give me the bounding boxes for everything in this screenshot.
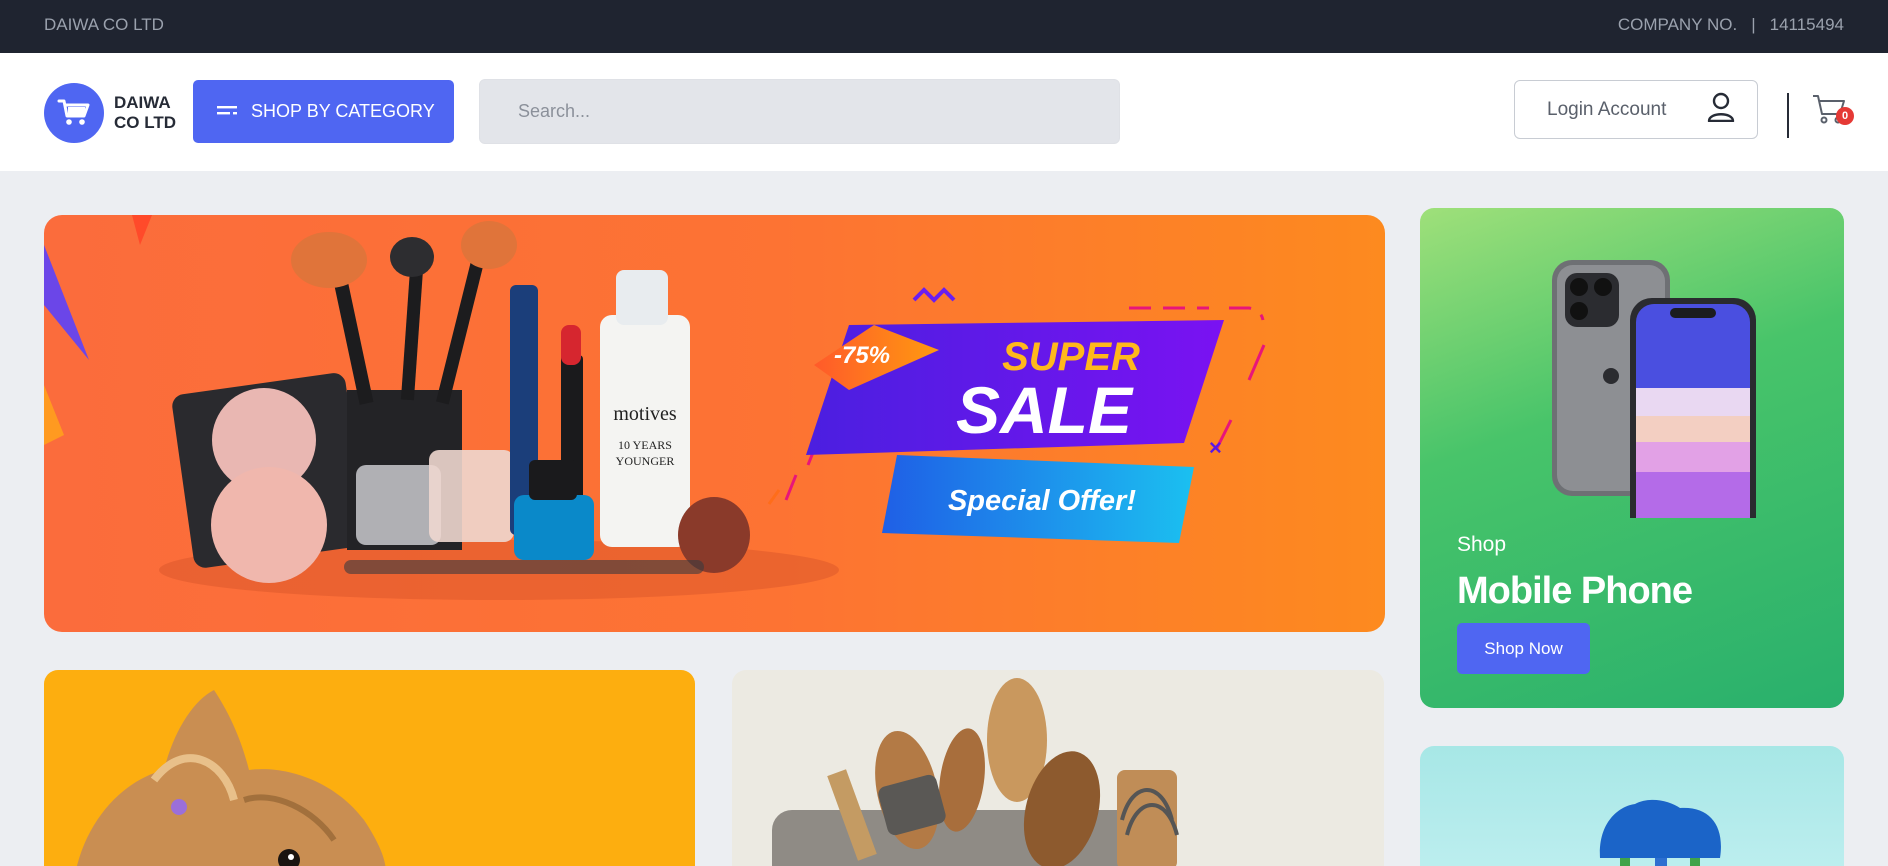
mobile-phone-promo: Shop Mobile Phone Shop Now (1420, 208, 1844, 708)
svg-text:Special Offer!: Special Offer! (948, 485, 1136, 517)
company-number-block: COMPANY NO. | 14115494 (1618, 15, 1844, 35)
logo[interactable]: DAIWA CO LTD (44, 83, 184, 143)
svg-text:SALE: SALE (956, 373, 1134, 447)
top-bar: DAIWA CO LTD COMPANY NO. | 14115494 (0, 0, 1888, 53)
promo-title: Mobile Phone (1457, 570, 1693, 612)
svg-text:motives: motives (613, 403, 677, 425)
playground-category-tile[interactable] (1420, 746, 1844, 866)
shop-now-button[interactable]: Shop Now (1457, 623, 1590, 674)
site-header: DAIWA CO LTD SHOP BY CATEGORY Login Acco… (0, 53, 1888, 171)
logo-text: DAIWA CO LTD (114, 93, 177, 132)
user-icon (1707, 92, 1735, 128)
login-account-button[interactable]: Login Account (1514, 80, 1758, 139)
phones-illustration (1552, 260, 1756, 554)
menu-lines-icon (217, 101, 237, 122)
svg-text:-75%: -75% (834, 342, 890, 369)
cart-button[interactable]: 0 (1812, 93, 1854, 133)
svg-text:YOUNGER: YOUNGER (616, 454, 675, 468)
company-no-value: 14115494 (1769, 15, 1844, 34)
promo-kicker: Shop (1457, 533, 1507, 556)
pet-category-tile[interactable] (44, 670, 695, 866)
shop-by-category-label: SHOP BY CATEGORY (251, 101, 435, 121)
company-name: DAIWA CO LTD (44, 15, 164, 34)
corner-shape (44, 245, 89, 360)
hero-banner[interactable]: motives 10 YEARS YOUNGER × -75% SUPER SA… (44, 215, 1385, 632)
kitchen-utensils-illustration (772, 678, 1179, 866)
separator: | (1751, 15, 1756, 34)
company-no-label: COMPANY NO. (1617, 15, 1738, 34)
hero-illustration: motives 10 YEARS YOUNGER × -75% SUPER SA… (44, 215, 1266, 600)
svg-text:10 YEARS: 10 YEARS (618, 438, 672, 452)
kitchen-category-tile[interactable] (732, 670, 1384, 866)
header-divider (1787, 93, 1789, 138)
playhouse-illustration (1599, 799, 1721, 866)
shop-by-category-button[interactable]: SHOP BY CATEGORY (193, 80, 454, 143)
svg-text:×: × (1209, 435, 1222, 460)
login-label: Login Account (1547, 98, 1667, 120)
cart-logo-icon (44, 83, 104, 143)
dog-illustration (76, 690, 386, 866)
search-input[interactable] (479, 79, 1120, 144)
cart-count-badge: 0 (1836, 107, 1854, 125)
